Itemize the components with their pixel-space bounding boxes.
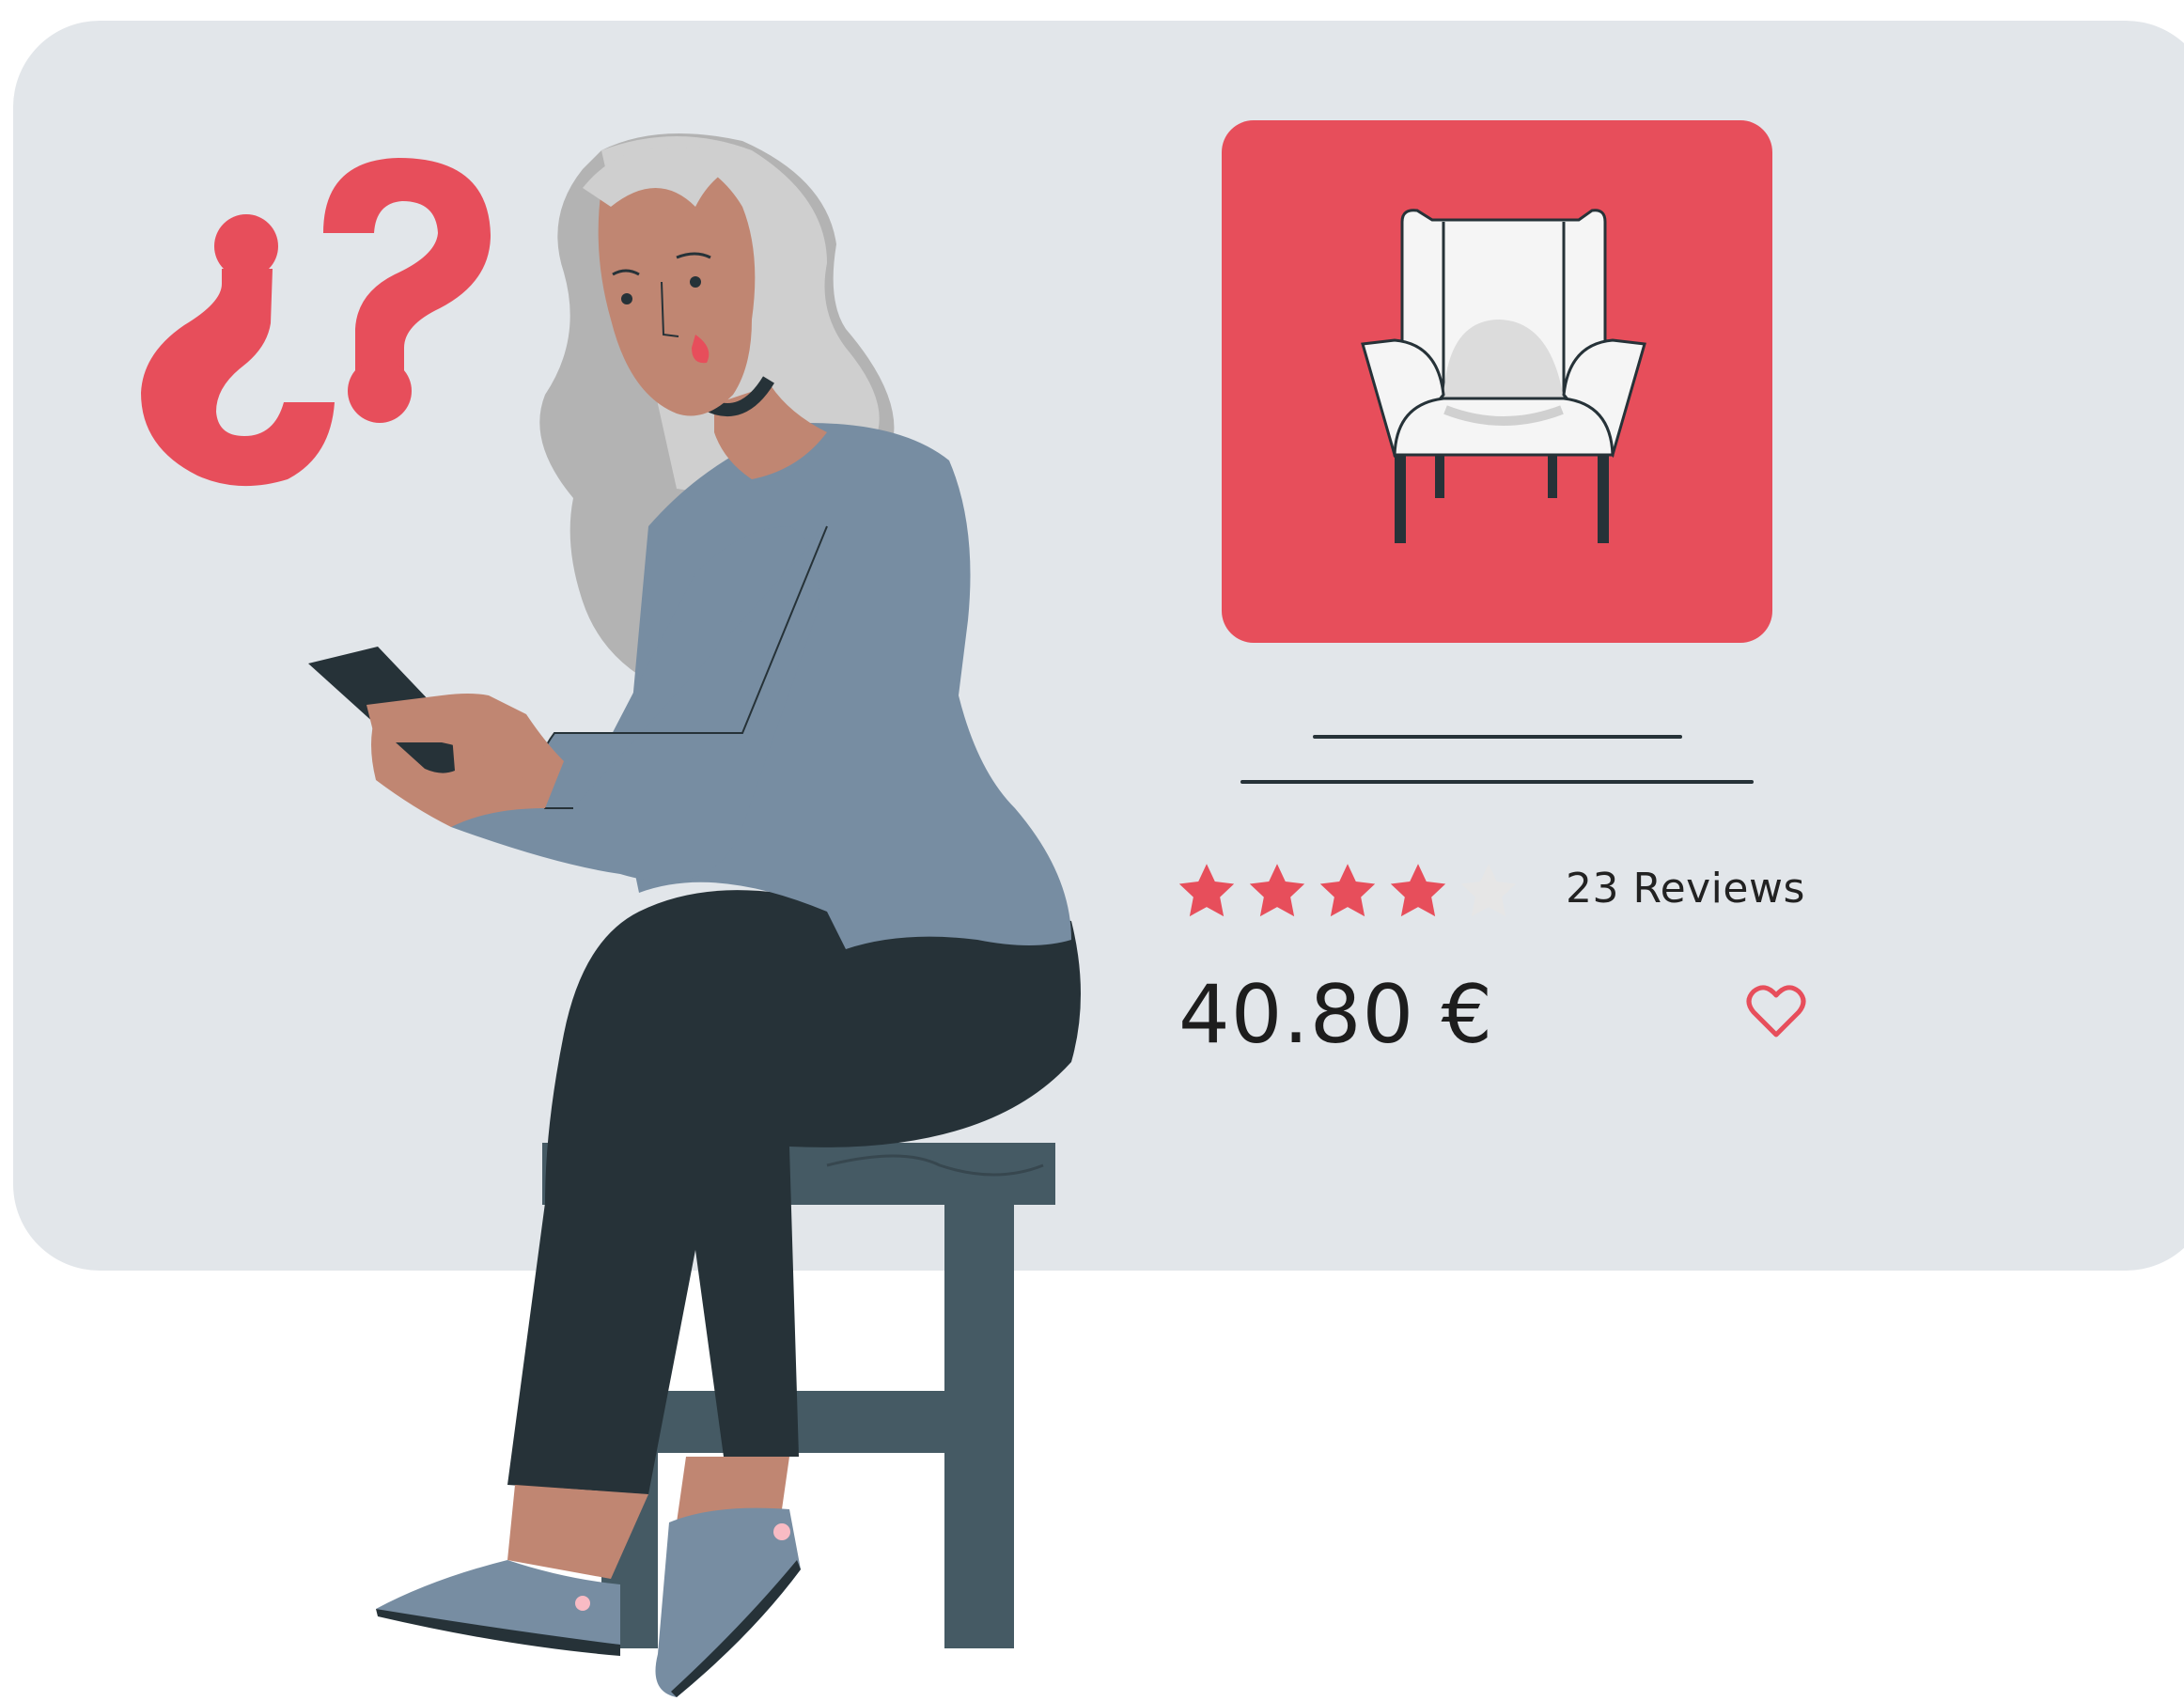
star-rating: [1175, 860, 1527, 924]
product-price: 40.80 €: [1178, 968, 1494, 1062]
star-filled-icon: [1390, 864, 1446, 917]
product-subtitle-placeholder-line: [1240, 780, 1754, 784]
woman-shopping-illustration: [308, 133, 1081, 1697]
reviews-count[interactable]: 23 Reviews: [1566, 865, 1805, 913]
star-filled-icon: [1319, 864, 1376, 917]
product-image[interactable]: [1222, 120, 1772, 643]
armchair-icon: [1361, 209, 1646, 543]
star-empty-icon: [1460, 864, 1517, 917]
star-filled-icon: [1249, 864, 1305, 917]
heart-outline-icon[interactable]: [1746, 982, 1806, 1038]
product-title-placeholder-line: [1313, 735, 1682, 739]
